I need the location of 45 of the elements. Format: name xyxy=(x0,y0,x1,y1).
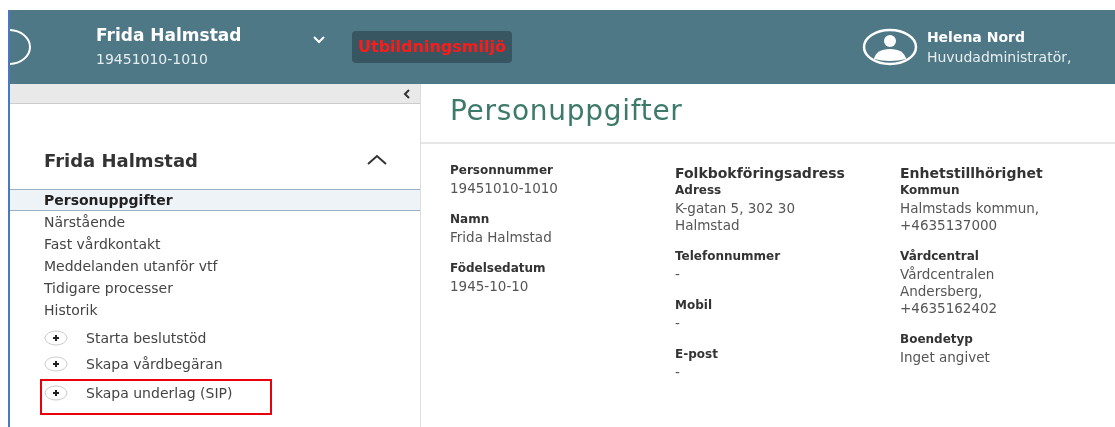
plus-icon[interactable] xyxy=(44,356,68,372)
sidebar-item[interactable]: Meddelanden utanför vtf xyxy=(10,255,420,277)
section-heading: Folkbokföringsadress xyxy=(675,164,846,182)
user-avatar-icon[interactable] xyxy=(861,28,918,66)
sidebar-title: Frida Halmstad xyxy=(44,148,198,173)
field-value: 19451010-1010 xyxy=(450,180,559,197)
field-value: - xyxy=(675,315,681,332)
field-label: Adress xyxy=(675,182,723,198)
field-value: 1945-10-10 xyxy=(450,278,530,295)
sidebar-item[interactable]: Tidigare processer xyxy=(10,277,420,299)
patient-id: 19451010-1010 xyxy=(96,50,209,69)
field-label: Boendetyp xyxy=(900,331,974,347)
field-value: Halmstads kommun, +4635137000 xyxy=(900,200,1041,234)
field-label: Kommun xyxy=(900,182,961,198)
field-label: Födelsedatum xyxy=(450,260,547,276)
sidebar-item[interactable]: Närstående xyxy=(10,211,420,233)
action-link[interactable]: Skapa underlag (SIP) xyxy=(86,382,233,404)
user-role: Huvudadministratör, xyxy=(926,48,1072,67)
chevron-icon[interactable] xyxy=(366,154,388,166)
field-label: Telefonnummer xyxy=(675,248,782,264)
field-value: - xyxy=(675,364,681,381)
field-label: E-post xyxy=(675,346,719,362)
section-heading: Enhetstillhörighet xyxy=(900,164,1044,182)
field-label: Mobil xyxy=(675,297,713,313)
user-name: Helena Nord xyxy=(926,28,1026,47)
sidebar-item[interactable]: Historik xyxy=(10,299,420,321)
patient-name: Frida Halmstad xyxy=(96,24,243,46)
plus-icon[interactable] xyxy=(44,385,68,401)
plus-icon[interactable] xyxy=(44,330,68,346)
field-value: K-gatan 5, 302 30 Halmstad xyxy=(675,200,796,234)
field-label: Vårdcentral xyxy=(900,248,980,264)
field-value: - xyxy=(675,266,681,283)
chevron-down-icon[interactable] xyxy=(313,36,325,44)
sidebar-item[interactable]: Personuppgifter xyxy=(10,190,420,211)
sidebar-item[interactable]: Fast vårdkontakt xyxy=(10,233,420,255)
environment-badge: Utbildningsmiljö xyxy=(352,31,512,63)
field-value: Inget angivet xyxy=(900,349,991,366)
action-link[interactable]: Skapa vårdbegäran xyxy=(86,353,223,375)
field-label: Namn xyxy=(450,211,491,227)
page-title: Personuppgifter xyxy=(449,93,684,129)
action-link[interactable]: Starta beslutstöd xyxy=(86,327,207,349)
collapse-icon[interactable] xyxy=(403,88,410,99)
field-value: Vårdcentralen Andersberg, +4635162402 xyxy=(900,266,999,317)
field-label: Personnummer xyxy=(450,162,554,178)
field-value: Frida Halmstad xyxy=(450,229,553,246)
